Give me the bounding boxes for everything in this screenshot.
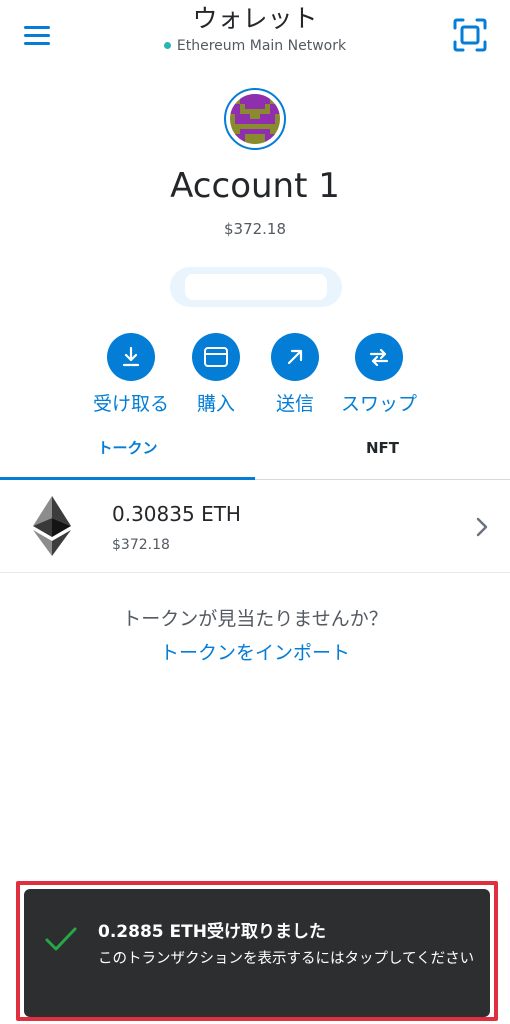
hamburger-menu-icon[interactable] (18, 22, 58, 52)
toast-message: このトランザクションを表示するにはタップしてください (98, 951, 475, 967)
action-buttons: 受け取る 購入 送信 スワップ (0, 333, 510, 423)
swap-button[interactable]: スワップ (329, 333, 429, 416)
qr-scan-icon[interactable] (452, 17, 488, 53)
account-address-pill[interactable] (170, 267, 342, 307)
ethereum-logo-icon (28, 494, 76, 558)
account-balance: $372.18 (223, 220, 287, 238)
active-tab-indicator (0, 477, 255, 480)
checkmark-icon (44, 925, 78, 953)
chevron-right-icon (474, 516, 490, 538)
account-avatar-ring[interactable] (224, 88, 286, 150)
account-name[interactable]: Account 1 (0, 164, 510, 208)
header: ウォレット Ethereum Main Network (0, 0, 510, 70)
network-status-dot (163, 42, 171, 49)
import-question: トークンが見当たりませんか？ (122, 608, 388, 630)
token-amount: 0.30835 ETH (112, 502, 241, 526)
swap-arrows-icon (355, 333, 403, 381)
header-title-block: ウォレット Ethereum Main Network (120, 4, 390, 54)
toast-title: 0.2885 ETH受け取りました (98, 922, 326, 942)
wallet-screen: ウォレット Ethereum Main Network Account 1 $3… (0, 0, 510, 1024)
send-arrow-up-right-icon (271, 333, 319, 381)
network-name: Ethereum Main Network (176, 37, 347, 54)
receive-arrow-down-icon (107, 333, 155, 381)
token-list-item[interactable]: 0.30835 ETH $372.18 (0, 482, 510, 573)
tab-tokens[interactable]: トークン (0, 428, 255, 480)
transaction-toast[interactable]: 0.2885 ETH受け取りました このトランザクションを表示するにはタップして… (24, 889, 490, 1017)
account-address-redacted (185, 274, 327, 300)
asset-tabs: トークン NFT (0, 428, 510, 480)
network-indicator[interactable]: Ethereum Main Network (163, 37, 347, 54)
avatar (230, 94, 280, 144)
token-fiat-value: $372.18 (112, 537, 170, 553)
import-tokens-link[interactable]: トークンをインポート (0, 638, 510, 665)
swap-label: スワップ (340, 393, 417, 415)
page-title: ウォレット (192, 4, 318, 33)
tab-nft[interactable]: NFT (255, 428, 510, 480)
card-icon (192, 333, 240, 381)
